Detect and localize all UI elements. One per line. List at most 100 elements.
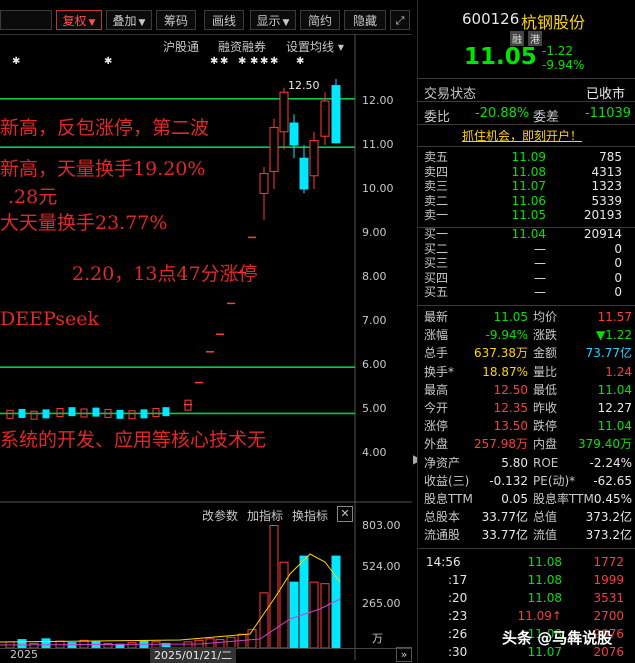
- scroll-right-icon[interactable]: »: [396, 647, 412, 662]
- quote-value: 11.57: [597, 310, 632, 324]
- orderbook-row[interactable]: 买三 — 0: [418, 256, 635, 271]
- level-label: 卖一: [424, 208, 449, 223]
- quote-label: ROE: [533, 455, 559, 470]
- close-icon[interactable]: ✕: [337, 506, 353, 522]
- volume-bar: [17, 639, 27, 649]
- tick-volume: 3531: [593, 591, 624, 605]
- orderbook-row[interactable]: 买四 — 0: [418, 271, 635, 286]
- level-label: 卖三: [424, 179, 449, 194]
- quote-row: 最高 12.50 最低 11.04: [418, 383, 635, 398]
- stock-code: 600126: [462, 10, 520, 28]
- quote-row: 涨停 13.50 跌停 11.04: [418, 419, 635, 434]
- annotation-text: DEEPseek: [0, 308, 99, 330]
- quote-label: 跌停: [533, 419, 558, 434]
- quote-row: 流通股 33.77亿 流值 373.2亿: [418, 528, 635, 543]
- marker-star: ✱: [250, 56, 258, 67]
- display-button[interactable]: 显示 ▼: [250, 10, 296, 30]
- orderbook-row[interactable]: 买一 11.04 20914: [418, 227, 635, 242]
- quote-value: -9.94%: [485, 328, 528, 343]
- switch-indicator-link[interactable]: 换指标: [292, 507, 328, 524]
- quote-label: 涨停: [424, 419, 449, 434]
- quote-label: 换手*: [424, 364, 455, 379]
- tick-price: 11.08: [527, 573, 562, 587]
- quote-label: 金额: [533, 346, 558, 361]
- annotation-text: 大天量换手23.77%: [0, 212, 168, 234]
- candle: [68, 407, 76, 417]
- high-price-label: 12.50: [288, 79, 320, 92]
- quote-value: ▼1.22: [596, 328, 632, 343]
- toolbar: 复权 ▼ 叠加 ▼ 筹码 画线 显示 ▼ 简约 隐藏 ⤢: [0, 0, 412, 35]
- quote-value: 33.77亿: [481, 510, 528, 525]
- y-label: 8.00: [362, 270, 387, 283]
- add-indicator-link[interactable]: 加指标: [247, 507, 283, 524]
- weicha-label: 委差: [533, 110, 560, 125]
- candle-body: [320, 100, 330, 137]
- open-account-link[interactable]: 抓住机会，即刻开户！: [462, 127, 582, 144]
- orderbook-row[interactable]: 卖二 11.06 5339: [418, 194, 635, 209]
- candle: [18, 408, 26, 418]
- weibi-value: -20.88%: [475, 106, 530, 121]
- level-volume: 785: [599, 150, 622, 164]
- level-price: —: [534, 270, 546, 285]
- y-label: 7.00: [362, 314, 387, 327]
- tick-row: :23 11.09↑ 2700: [418, 609, 635, 624]
- volume-bar: [259, 592, 269, 649]
- candle-body: [279, 91, 289, 133]
- draw-line-button[interactable]: 画线: [204, 10, 244, 30]
- hugutong-link[interactable]: 沪股通: [163, 38, 199, 55]
- level-volume: 1323: [591, 179, 622, 194]
- simple-button[interactable]: 简约: [300, 10, 340, 30]
- tick-time: :20: [448, 591, 468, 605]
- tick-time: 14:56: [426, 555, 461, 569]
- tick-time: :26: [448, 627, 468, 641]
- y-label: 11.00: [362, 138, 394, 151]
- level-label: 买一: [424, 227, 449, 241]
- quote-row: 外盘 257.98万 内盘 379.40万: [418, 437, 635, 452]
- level-price: 11.06: [511, 193, 546, 208]
- quote-value: 0.05: [501, 492, 528, 506]
- level-price: —: [534, 285, 546, 300]
- quote-value: 73.77亿: [585, 346, 632, 361]
- quote-value: 11.04: [597, 419, 632, 434]
- candle-body: [289, 122, 299, 146]
- level-label: 卖四: [424, 164, 449, 179]
- fuquan-button[interactable]: 复权 ▼: [56, 10, 102, 30]
- volume-bar: [289, 581, 299, 649]
- orderbook-row[interactable]: 买五 — 0: [418, 285, 635, 300]
- last-price: 11.05: [464, 44, 537, 70]
- level-label: 买四: [424, 270, 449, 285]
- tick-price: 11.08: [527, 555, 562, 569]
- candle: [92, 407, 100, 417]
- orderbook-row[interactable]: 卖三 11.07 1323: [418, 179, 635, 194]
- tick-time: :30: [448, 645, 468, 659]
- edit-params-link[interactable]: 改参数: [202, 507, 238, 524]
- hide-button[interactable]: 隐藏: [344, 10, 386, 30]
- level-label: 卖五: [424, 150, 449, 164]
- orderbook-row[interactable]: 卖四 11.08 4313: [418, 165, 635, 180]
- level-volume: 0: [614, 285, 622, 300]
- marker-star: ✱: [260, 56, 268, 67]
- margin-link[interactable]: 融资融券: [218, 38, 266, 55]
- quote-label: 净资产: [424, 455, 461, 470]
- ma-settings-link[interactable]: 设置均线 ▾: [286, 38, 344, 55]
- candle: [42, 409, 50, 419]
- quote-label: PE(动)*: [533, 473, 576, 488]
- quote-label: 流通股: [424, 528, 461, 543]
- orderbook-row[interactable]: 卖一 11.05 20193: [418, 208, 635, 223]
- status-value: 已收市: [586, 87, 626, 102]
- candle-body: [299, 157, 309, 190]
- tick-volume: 1999: [593, 573, 624, 587]
- quote-label: 总值: [533, 510, 558, 525]
- expand-icon[interactable]: ⤢: [390, 10, 410, 30]
- marker-star: ✱: [12, 56, 20, 67]
- quote-label: 最高: [424, 382, 449, 397]
- annotation-text: 新高，天量换手19.20%: [0, 158, 206, 180]
- orderbook-row[interactable]: 卖五 11.09 785: [418, 150, 635, 165]
- orderbook-row[interactable]: 买二 — 0: [418, 242, 635, 257]
- quote-value: 637.38万: [474, 346, 528, 361]
- y-label: 6.00: [362, 358, 387, 371]
- level-price: 11.04: [511, 227, 546, 241]
- weibi-label: 委比: [424, 110, 451, 125]
- chip-button[interactable]: 筹码: [156, 10, 196, 30]
- overlay-button[interactable]: 叠加 ▼: [106, 10, 152, 30]
